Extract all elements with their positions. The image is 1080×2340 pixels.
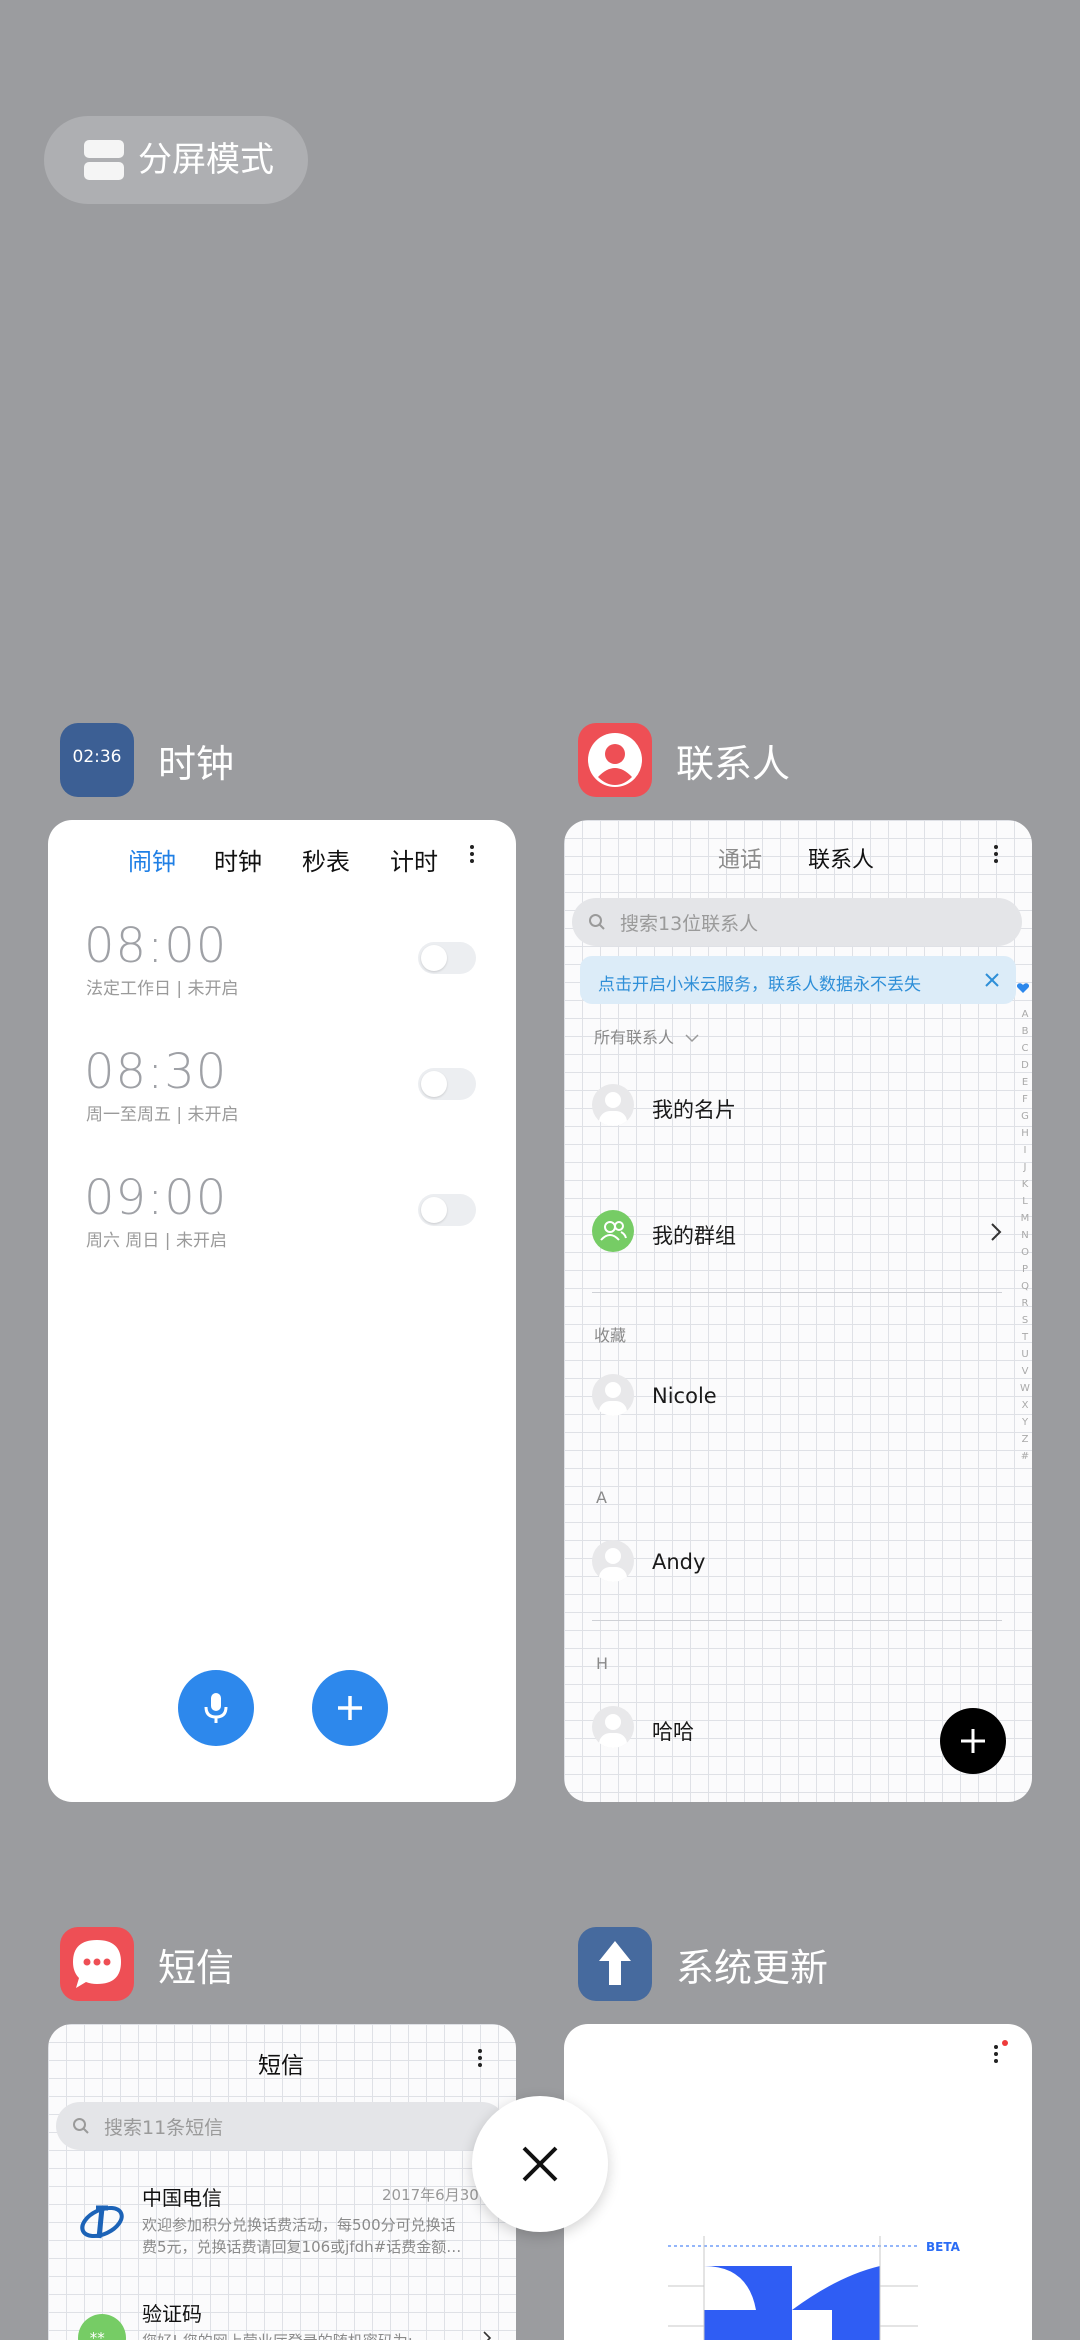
chevron-right-icon [991, 1223, 1002, 1241]
thread-preview: 您好! 您的网上营业厅登录的随机密码为: [142, 2330, 413, 2340]
more-options-icon[interactable] [994, 2042, 1000, 2066]
my-card-label[interactable]: 我的名片 [652, 1094, 736, 1124]
arrow-up-icon [599, 1941, 631, 1985]
tab-stopwatch[interactable]: 秒表 [302, 842, 350, 877]
close-icon [522, 2146, 558, 2182]
avatar [592, 1540, 634, 1582]
search-placeholder: 搜索11条短信 [104, 2117, 224, 2139]
alarm-detail: 周一至周五 | 未开启 [86, 1105, 239, 1125]
voice-alarm-button[interactable] [178, 1670, 254, 1746]
clock-app-card[interactable]: 闹钟 时钟 秒表 计时 08:00 法定工作日 | 未开启 08:30 周一至周… [48, 820, 516, 1802]
contact-name[interactable]: Andy [652, 1550, 705, 1574]
contacts-app-icon [578, 723, 652, 797]
messages-app-icon [60, 1927, 134, 2001]
clock-app-header[interactable]: 02:36 时钟 [60, 722, 234, 798]
messages-header-title: 短信 [258, 2053, 304, 2079]
favorites-header: 收藏 [594, 1326, 627, 1345]
section-header: A [596, 1488, 607, 1507]
messages-app-title: 短信 [158, 1945, 235, 1990]
contacts-app-header[interactable]: 联系人 [578, 722, 790, 798]
clock-app-icon: 02:36 [60, 723, 134, 797]
contacts-app-title: 联系人 [676, 741, 791, 786]
plus-icon [338, 1696, 362, 1720]
tab-clock[interactable]: 时钟 [214, 842, 262, 877]
messages-app-header[interactable]: 短信 [60, 1926, 234, 2002]
messages-search-input[interactable]: 搜索11条短信 [56, 2102, 506, 2150]
clear-all-button[interactable] [472, 2096, 608, 2232]
clock-app-title: 时钟 [158, 741, 235, 786]
contacts-search-input[interactable]: 搜索13位联系人 [572, 898, 1022, 946]
divider [592, 1292, 1002, 1293]
avatar [592, 1706, 634, 1748]
tab-contacts[interactable]: 联系人 [808, 842, 874, 874]
more-options-icon[interactable] [994, 842, 1000, 866]
alarm-time: 09:00 [84, 1170, 228, 1226]
chat-bubble-icon [73, 1940, 121, 1988]
update-illustration-icon [668, 2236, 918, 2340]
message-thread[interactable]: 中国电信 2017年6月30 欢迎参加积分兑换话费活动，每500分可兑换话 费5… [48, 2174, 516, 2274]
group-icon [592, 1210, 634, 1252]
alarm-toggle[interactable] [418, 1068, 476, 1100]
update-app-card[interactable]: BETA [564, 2024, 1032, 2340]
alarm-toggle[interactable] [418, 1194, 476, 1226]
tab-timer[interactable]: 计时 [390, 842, 438, 877]
all-contacts-label: 所有联系人 [594, 1028, 675, 1047]
alphabet-index[interactable]: ABC DEF GHI JKL MNO PQR STU VWX Y Z # [1018, 1006, 1032, 1465]
add-contact-button[interactable] [940, 1708, 1006, 1774]
clock-icon-time: 02:36 [72, 747, 122, 767]
tab-alarm[interactable]: 闹钟 [128, 842, 176, 877]
thread-preview: 费5元，兑换话费请回复106或jfdh#话费金额… [142, 2238, 462, 2256]
alarm-time: 08:30 [84, 1044, 228, 1100]
search-placeholder: 搜索13位联系人 [620, 913, 759, 935]
all-contacts-filter[interactable]: 所有联系人 [594, 1024, 699, 1048]
close-icon[interactable] [984, 972, 1000, 988]
cloud-banner-text: 点击开启小米云服务，联系人数据永不丢失 [598, 975, 921, 995]
alarm-toggle[interactable] [418, 942, 476, 974]
chevron-right-icon [483, 2331, 492, 2340]
split-screen-button[interactable]: 分屏模式 [44, 116, 308, 204]
notification-dot [1002, 2040, 1008, 2046]
add-alarm-button[interactable] [312, 1670, 388, 1746]
message-thread[interactable]: **.. 验证码 您好! 您的网上营业厅登录的随机密码为: [48, 2290, 516, 2340]
more-options-icon[interactable] [470, 842, 476, 866]
thread-preview: 欢迎参加积分兑换话费活动，每500分可兑换话 [142, 2216, 456, 2234]
split-screen-icon [84, 140, 124, 180]
alarm-detail: 周六 周日 | 未开启 [86, 1231, 227, 1251]
cloud-service-banner[interactable]: 点击开启小米云服务，联系人数据永不丢失 [580, 956, 1016, 1004]
divider [592, 1620, 1002, 1621]
split-screen-label: 分屏模式 [138, 140, 274, 180]
beta-label: BETA [926, 2240, 960, 2254]
chevron-down-icon [685, 1034, 699, 1043]
thread-sender: 验证码 [142, 2302, 202, 2326]
my-groups-label[interactable]: 我的群组 [652, 1220, 736, 1250]
section-header: H [596, 1654, 609, 1673]
contacts-app-card[interactable]: 通话 联系人 搜索13位联系人 点击开启小米云服务，联系人数据永不丢失 所有联系… [564, 820, 1032, 1802]
search-icon [589, 914, 605, 930]
verification-code-icon: **.. [78, 2314, 126, 2340]
update-app-header[interactable]: 系统更新 [578, 1926, 828, 2002]
thread-sender: 中国电信 [142, 2186, 222, 2210]
update-app-icon [578, 1927, 652, 2001]
contact-name[interactable]: Nicole [652, 1384, 717, 1408]
avatar [592, 1084, 634, 1126]
messages-app-card[interactable]: 短信 搜索11条短信 中国电信 2017年6月30 欢迎参加积分兑换话费活动，每… [48, 2024, 516, 2340]
update-app-title: 系统更新 [676, 1945, 829, 1990]
alarm-time: 08:00 [84, 918, 228, 974]
tab-calls[interactable]: 通话 [718, 842, 762, 874]
china-telecom-logo-icon [80, 2205, 124, 2239]
alarm-detail: 法定工作日 | 未开启 [86, 979, 239, 999]
plus-icon [961, 1729, 985, 1753]
thread-date: 2017年6月30 [382, 2186, 479, 2204]
more-options-icon[interactable] [478, 2046, 484, 2070]
microphone-icon [204, 1693, 228, 1723]
person-icon [588, 733, 642, 787]
heart-icon[interactable] [1016, 982, 1030, 994]
search-icon [73, 2118, 89, 2134]
contact-name[interactable]: 哈哈 [652, 1716, 694, 1746]
avatar [592, 1374, 634, 1416]
